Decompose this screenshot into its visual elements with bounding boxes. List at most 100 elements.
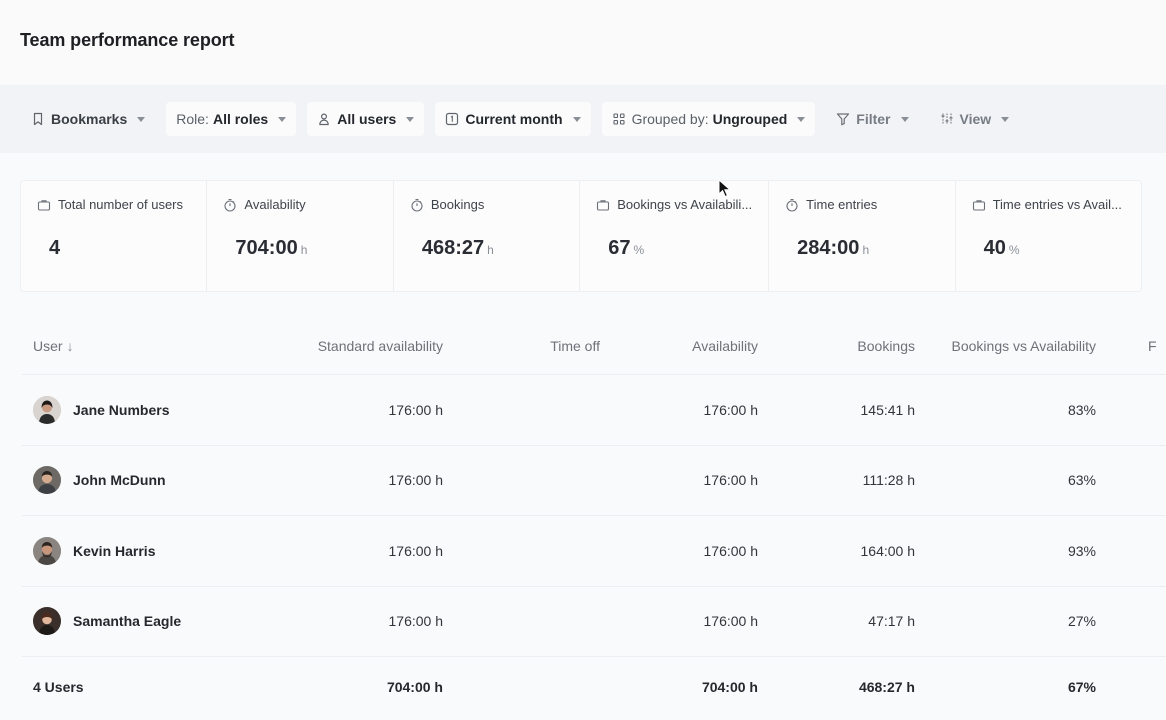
cell-standard-availability: 176:00 h [388,613,444,630]
filter-button[interactable]: Filter [826,102,918,136]
stat-card: Time entries vs Avail... 40% [956,181,1141,291]
cell-standard-availability: 176:00 h [388,401,444,418]
column-header-standard-availability[interactable]: Standard availability [222,338,443,354]
cell-bookings-vs-availability: 93% [1067,542,1096,559]
user-name[interactable]: John McDunn [73,472,166,488]
stopwatch-icon [411,198,423,212]
cell-bookings: 145:41 h [860,401,916,418]
grid-icon [612,112,626,126]
cell-standard-availability: 176:00 h [388,542,444,559]
briefcase-icon [972,199,985,211]
role-filter-dropdown[interactable]: Role: All roles [166,102,297,136]
cell-bookings-vs-availability: 63% [1067,472,1096,489]
footer-label: 4 Users [33,679,84,695]
bookmark-icon [31,112,45,126]
column-header-time-off[interactable]: Time off [443,338,600,354]
group-by-prefix: Grouped by: [631,111,709,127]
role-filter-value: All roles [212,111,269,127]
table-footer-totals: 4 Users 704:00 h 704:00 h 468:27 h 67% [22,657,1166,717]
stat-card: Total number of users 4 [21,181,208,291]
stat-value: 67 [608,237,631,259]
stat-label: Bookings [430,197,485,212]
view-label: View [959,111,992,127]
stat-value: 4 [49,237,61,259]
stat-unit: % [1008,243,1020,257]
chevron-down-icon [406,116,415,122]
stat-unit: % [633,243,645,257]
cell-bookings: 164:00 h [860,542,916,559]
user-name[interactable]: Kevin Harris [73,543,155,559]
footer-standard-availability: 704:00 h [386,679,443,695]
table-row[interactable]: Kevin Harris 176:00 h 176:00 h 164:00 h … [22,516,1166,587]
column-header-user-label: User [33,338,63,354]
stat-card: Bookings vs Availabili... 67% [580,181,770,291]
stopwatch-icon [224,198,236,212]
avatar [33,607,61,636]
stat-value: 284:00 [797,237,860,259]
chevron-down-icon [1001,116,1010,122]
column-header-user[interactable]: User ↓ [22,338,222,354]
role-filter-prefix: Role: [176,111,209,127]
avatar [33,395,61,424]
stat-label: Availability [244,197,306,212]
period-label: Current month [465,111,563,127]
table-row[interactable]: Samantha Eagle 176:00 h 176:00 h 47:17 h… [22,587,1166,657]
funnel-icon [836,112,850,126]
user-icon [317,112,331,126]
column-header-truncated[interactable]: F [1096,338,1166,354]
bookmarks-label: Bookmarks [51,111,128,127]
period-dropdown[interactable]: Current month [435,102,591,136]
chevron-down-icon [797,116,806,122]
column-header-bookings[interactable]: Bookings [758,338,915,354]
column-header-bookings-vs-availability[interactable]: Bookings vs Availability [915,338,1096,354]
chevron-down-icon [137,116,146,122]
cell-availability: 176:00 h [703,401,759,418]
footer-bookings-vs-availability: 67% [1067,679,1096,695]
cell-bookings: 47:17 h [868,613,915,630]
mouse-cursor-icon [718,179,732,198]
table-header: User ↓ Standard availability Time off Av… [22,318,1166,375]
sort-descending-icon[interactable]: ↓ [67,338,74,354]
group-by-value: Ungrouped [712,111,788,127]
cell-bookings-vs-availability: 83% [1067,401,1096,418]
stat-value: 704:00 [235,237,298,259]
stat-label: Total number of users [58,197,184,212]
cell-bookings: 111:28 h [862,472,915,489]
stat-card: Bookings 468:27 h [394,181,581,291]
user-name[interactable]: Jane Numbers [73,402,169,418]
footer-availability: 704:00 h [701,679,758,695]
toolbar: Bookmarks Role: All roles All users Curr… [0,85,1166,153]
users-filter-dropdown[interactable]: All users [307,102,425,136]
cell-bookings-vs-availability: 27% [1067,613,1096,630]
filter-label: Filter [856,111,891,127]
page-title: Team performance report [20,30,235,50]
stat-label: Time entries vs Avail... [992,197,1122,212]
chevron-down-icon [572,116,581,122]
cell-availability: 176:00 h [703,472,759,489]
stat-label: Bookings vs Availabili... [617,197,753,212]
summary-stats: Total number of users 4 Availability 704… [20,180,1142,292]
calendar-day-icon [445,112,459,126]
users-filter-label: All users [337,111,397,127]
view-button[interactable]: View [930,102,1020,136]
bookmarks-dropdown[interactable]: Bookmarks [21,102,155,136]
cell-standard-availability: 176:00 h [388,472,444,489]
group-by-dropdown[interactable]: Grouped by: Ungrouped [601,102,816,136]
stat-value: 468:27 [421,237,485,259]
user-name[interactable]: Samantha Eagle [73,613,181,629]
cell-availability: 176:00 h [703,613,759,630]
column-header-availability[interactable]: Availability [600,338,758,354]
chevron-down-icon [900,116,909,122]
stopwatch-icon [786,198,798,212]
stat-unit: h [487,243,494,257]
table-row[interactable]: John McDunn 176:00 h 176:00 h 111:28 h 6… [22,446,1166,516]
performance-table: User ↓ Standard availability Time off Av… [22,318,1166,717]
stat-value: 40 [983,237,1006,259]
cell-availability: 176:00 h [703,542,759,559]
stat-unit: h [862,243,870,257]
chevron-down-icon [278,116,287,122]
table-row[interactable]: Jane Numbers 176:00 h 176:00 h 145:41 h … [22,375,1166,446]
footer-bookings: 468:27 h [858,679,915,695]
avatar [33,466,61,495]
stat-unit: h [300,243,308,257]
